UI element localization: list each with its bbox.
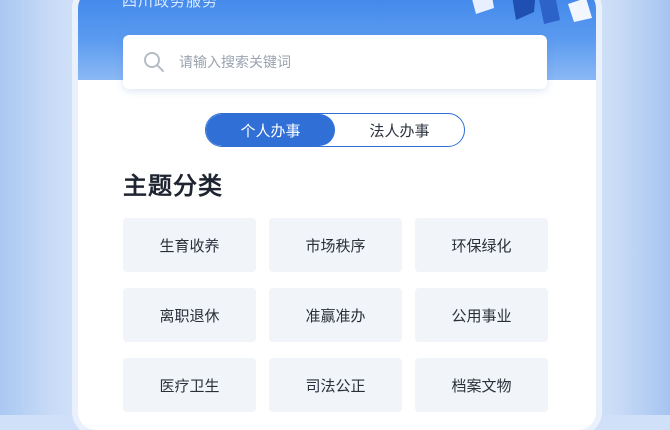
category-tile[interactable]: 公用事业 (415, 288, 548, 342)
category-tile[interactable]: 档案文物 (415, 358, 548, 412)
category-tile[interactable]: 准赢准办 (269, 288, 402, 342)
category-tile[interactable]: 医疗卫生 (123, 358, 256, 412)
handling-type-tabs: 个人办事 法人办事 (205, 113, 465, 147)
category-tile[interactable]: 司法公正 (269, 358, 402, 412)
tab-corporate[interactable]: 法人办事 (335, 114, 464, 146)
category-grid: 生育收养 市场秩序 环保绿化 离职退休 准赢准办 公用事业 医疗卫生 司法公正 … (123, 218, 548, 412)
category-tile[interactable]: 市场秩序 (269, 218, 402, 272)
office-illustration-icon (472, 0, 592, 24)
search-input[interactable]: 请输入搜索关键词 (179, 52, 291, 72)
category-tile[interactable]: 环保绿化 (415, 218, 548, 272)
search-bar[interactable]: 请输入搜索关键词 (123, 35, 547, 89)
section-title: 主题分类 (123, 172, 223, 200)
category-tile[interactable]: 离职退休 (123, 288, 256, 342)
category-tile[interactable]: 生育收养 (123, 218, 256, 272)
search-icon (144, 52, 164, 72)
banner-title: 四川政务服务 (122, 0, 219, 10)
phone-screen: 四川政务服务 请输入搜索关键词 个人办事 法人办事 主题分类 生育收养 市场秩序… (78, 0, 596, 430)
tab-personal[interactable]: 个人办事 (206, 114, 335, 146)
